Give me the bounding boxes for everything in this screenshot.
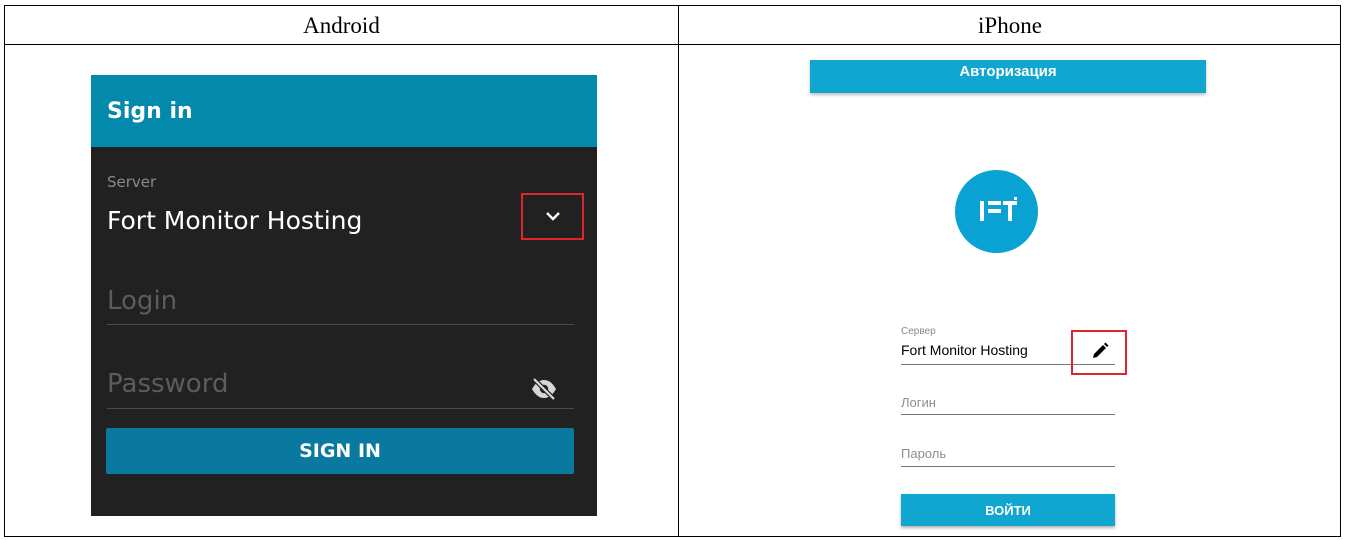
column-header-android: Android [303,13,380,38]
android-server-select[interactable]: Fort Monitor Hosting [107,206,362,235]
iphone-page-title: Авторизация [959,63,1057,80]
chevron-down-icon[interactable] [545,208,561,224]
eye-off-icon[interactable] [531,378,557,400]
iphone-login-underline [901,414,1115,415]
iphone-signin-button[interactable]: ВОЙТИ [901,494,1115,526]
iphone-pencil-highlight [1071,330,1127,375]
iphone-password-field[interactable]: Пароль [901,446,946,461]
android-page-title: Sign in [107,99,193,124]
fort-logo-icon [955,170,1038,253]
pencil-icon[interactable] [1090,341,1110,361]
android-app-bar: Sign in [91,75,597,147]
android-login-underline [107,324,574,325]
android-login-field[interactable]: Login [107,286,177,316]
iphone-server-select[interactable]: Fort Monitor Hosting [901,342,1028,358]
android-password-underline [107,408,574,409]
android-chevron-highlight [521,193,584,240]
iphone-nav-bar: Авторизация [810,60,1206,93]
android-signin-screen: Sign in Server Fort Monitor Hosting Logi… [91,75,597,516]
iphone-login-field[interactable]: Логин [901,395,936,410]
table-divider-vertical [678,6,679,536]
iphone-server-label: Сервер [901,326,936,337]
table-divider-horizontal [5,44,1340,45]
iphone-password-underline [901,466,1115,467]
column-header-iphone: iPhone [978,13,1042,38]
android-signin-button[interactable]: SIGN IN [106,428,574,474]
android-password-field[interactable]: Password [107,369,228,399]
android-server-label: Server [107,173,157,191]
